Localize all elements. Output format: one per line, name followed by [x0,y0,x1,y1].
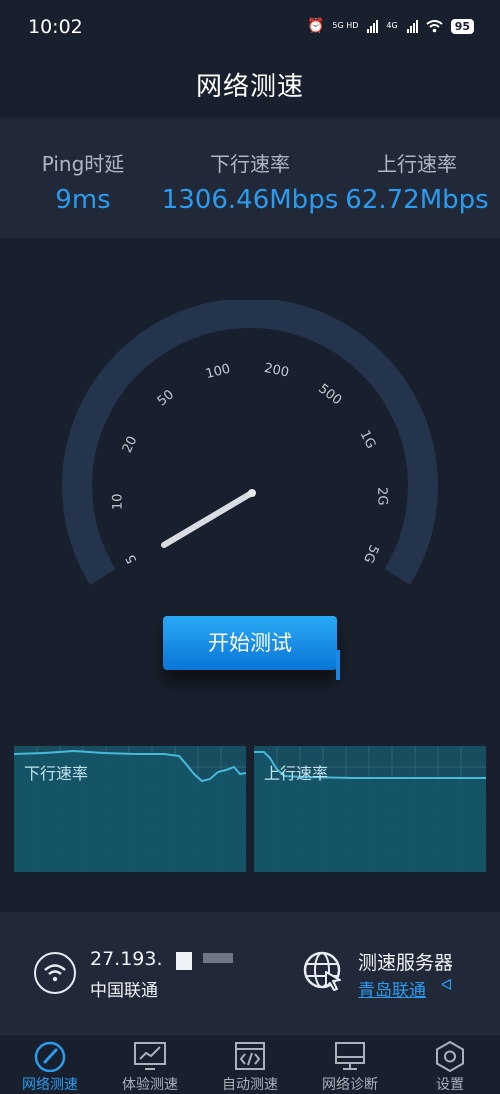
server-name-link[interactable]: 青岛联通 [358,976,426,1001]
ping-stat: Ping时延 9ms [20,118,146,238]
gauge-tick-label: 100 [204,362,232,383]
download-stat: 下行速率 1306.46Mbps [160,118,340,238]
tab-settings[interactable]: 设置 [400,1034,500,1093]
download-label: 下行速率 [210,152,290,176]
gauge-tick-label: 2G [374,487,390,506]
ping-label: Ping时延 [41,152,125,176]
network-5g-label: 5G HD [332,21,359,30]
gauge-tick-label: 5 [123,552,140,566]
download-value: 1306.46Mbps [161,185,339,215]
ip-redaction-block [176,952,192,970]
upload-graph: 上行速率 [254,746,486,872]
gauge-tick-label: 0 [161,596,177,600]
server-title: 测速服务器 [358,952,454,974]
settings-hexagon-icon [436,1040,464,1072]
upload-stat: 上行速率 62.72Mbps [342,118,492,238]
download-graph: 下行速率 [14,746,246,872]
gauge-tick-label: 5G [360,542,381,565]
gauge-tick-label: 20 [120,434,141,455]
start-test-button[interactable]: 开始测试 [163,616,337,670]
gauge-tick-label: 10 [110,493,125,510]
desktop-icon [335,1042,365,1070]
tab-network-speed[interactable]: 网络测速 [0,1034,100,1093]
signal-4g-icon [406,19,418,33]
tab-label: 网络测速 [22,1077,78,1093]
network-4g-label: 4G [386,21,398,30]
download-graph-label: 下行速率 [24,764,89,783]
server-select-arrow-icon[interactable]: ᐊ [441,976,453,994]
gauge-tick-label: 1G [357,428,379,451]
globe-cursor-icon[interactable] [302,950,346,994]
gauge-tick-label: 500 [315,381,344,408]
wifi-status-icon [426,19,443,32]
upload-graph-label: 上行速率 [264,764,329,783]
gauge-needle-cap [248,489,256,497]
ping-value: 9ms [55,185,111,215]
ip-redaction-pixels [203,953,233,963]
gauge-tick-label: 50 [155,387,177,409]
status-time: 10:02 [28,16,83,38]
wifi-connection-icon [34,952,76,994]
gauge-tick-labels: 0 5 10 20 50 100 200 500 1G 2G 5G [110,361,389,600]
monitor-chart-icon [134,1042,166,1070]
upload-value: 62.72Mbps [345,185,489,215]
speed-gauge: 0 5 10 20 50 100 200 500 1G 2G 5G [62,300,438,600]
signal-5g-icon [367,19,379,33]
tab-auto-speed[interactable]: 自动测速 [200,1034,300,1093]
tab-label: 网络诊断 [322,1077,378,1093]
gauge-tick-label: 200 [263,361,290,381]
wifi-icon [44,964,66,982]
status-icons: ⏰ 5G HD 4G 95 [307,18,474,34]
tab-label: 体验测速 [122,1077,178,1093]
upload-label: 上行速率 [377,152,457,176]
page-title: 网络测速 [195,72,304,102]
code-window-icon [235,1042,265,1070]
button-accent [336,650,340,680]
tab-label: 自动测速 [222,1077,278,1093]
alarm-icon: ⏰ [306,18,325,34]
isp-name: 中国联通 [90,981,158,1001]
ip-address: 27.193. [90,948,163,970]
tab-label: 设置 [436,1077,464,1093]
tab-experience-speed[interactable]: 体验测速 [100,1034,200,1093]
speedometer-icon [34,1041,66,1072]
gauge-needle [161,491,253,548]
stats-panel: Ping时延 9ms 下行速率 1306.46Mbps 上行速率 62.72Mb… [0,118,500,238]
tab-network-diagnosis[interactable]: 网络诊断 [300,1034,400,1093]
battery-icon: 95 [450,18,474,34]
